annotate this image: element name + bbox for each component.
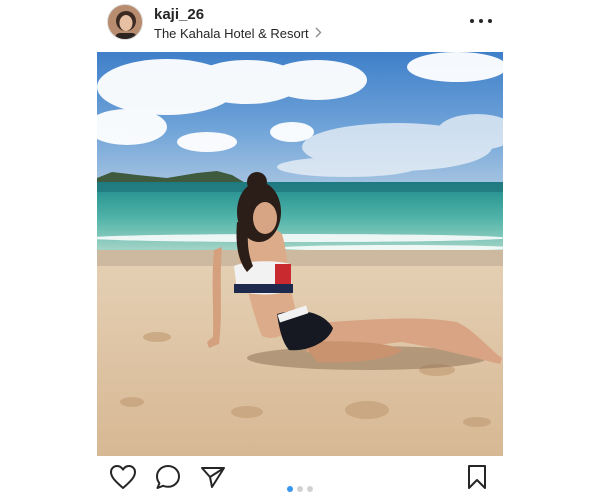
username-link[interactable]: kaji_26 [154,6,204,23]
location-label: The Kahala Hotel & Resort [154,26,309,41]
comment-bubble-icon[interactable] [153,462,183,492]
chevron-right-icon [315,26,322,41]
paper-plane-icon[interactable] [198,462,228,492]
post-photo[interactable] [97,52,503,456]
location-link[interactable]: The Kahala Hotel & Resort [154,26,322,41]
carousel-indicator [287,486,313,492]
action-bar [0,462,600,500]
carousel-dot[interactable] [307,486,313,492]
carousel-dot[interactable] [287,486,293,492]
heart-icon[interactable] [108,462,138,492]
post-header: kaji_26 The Kahala Hotel & Resort [0,0,600,48]
more-options-icon[interactable] [470,14,492,28]
carousel-dot[interactable] [297,486,303,492]
avatar[interactable] [107,4,143,40]
bookmark-icon[interactable] [462,462,492,492]
